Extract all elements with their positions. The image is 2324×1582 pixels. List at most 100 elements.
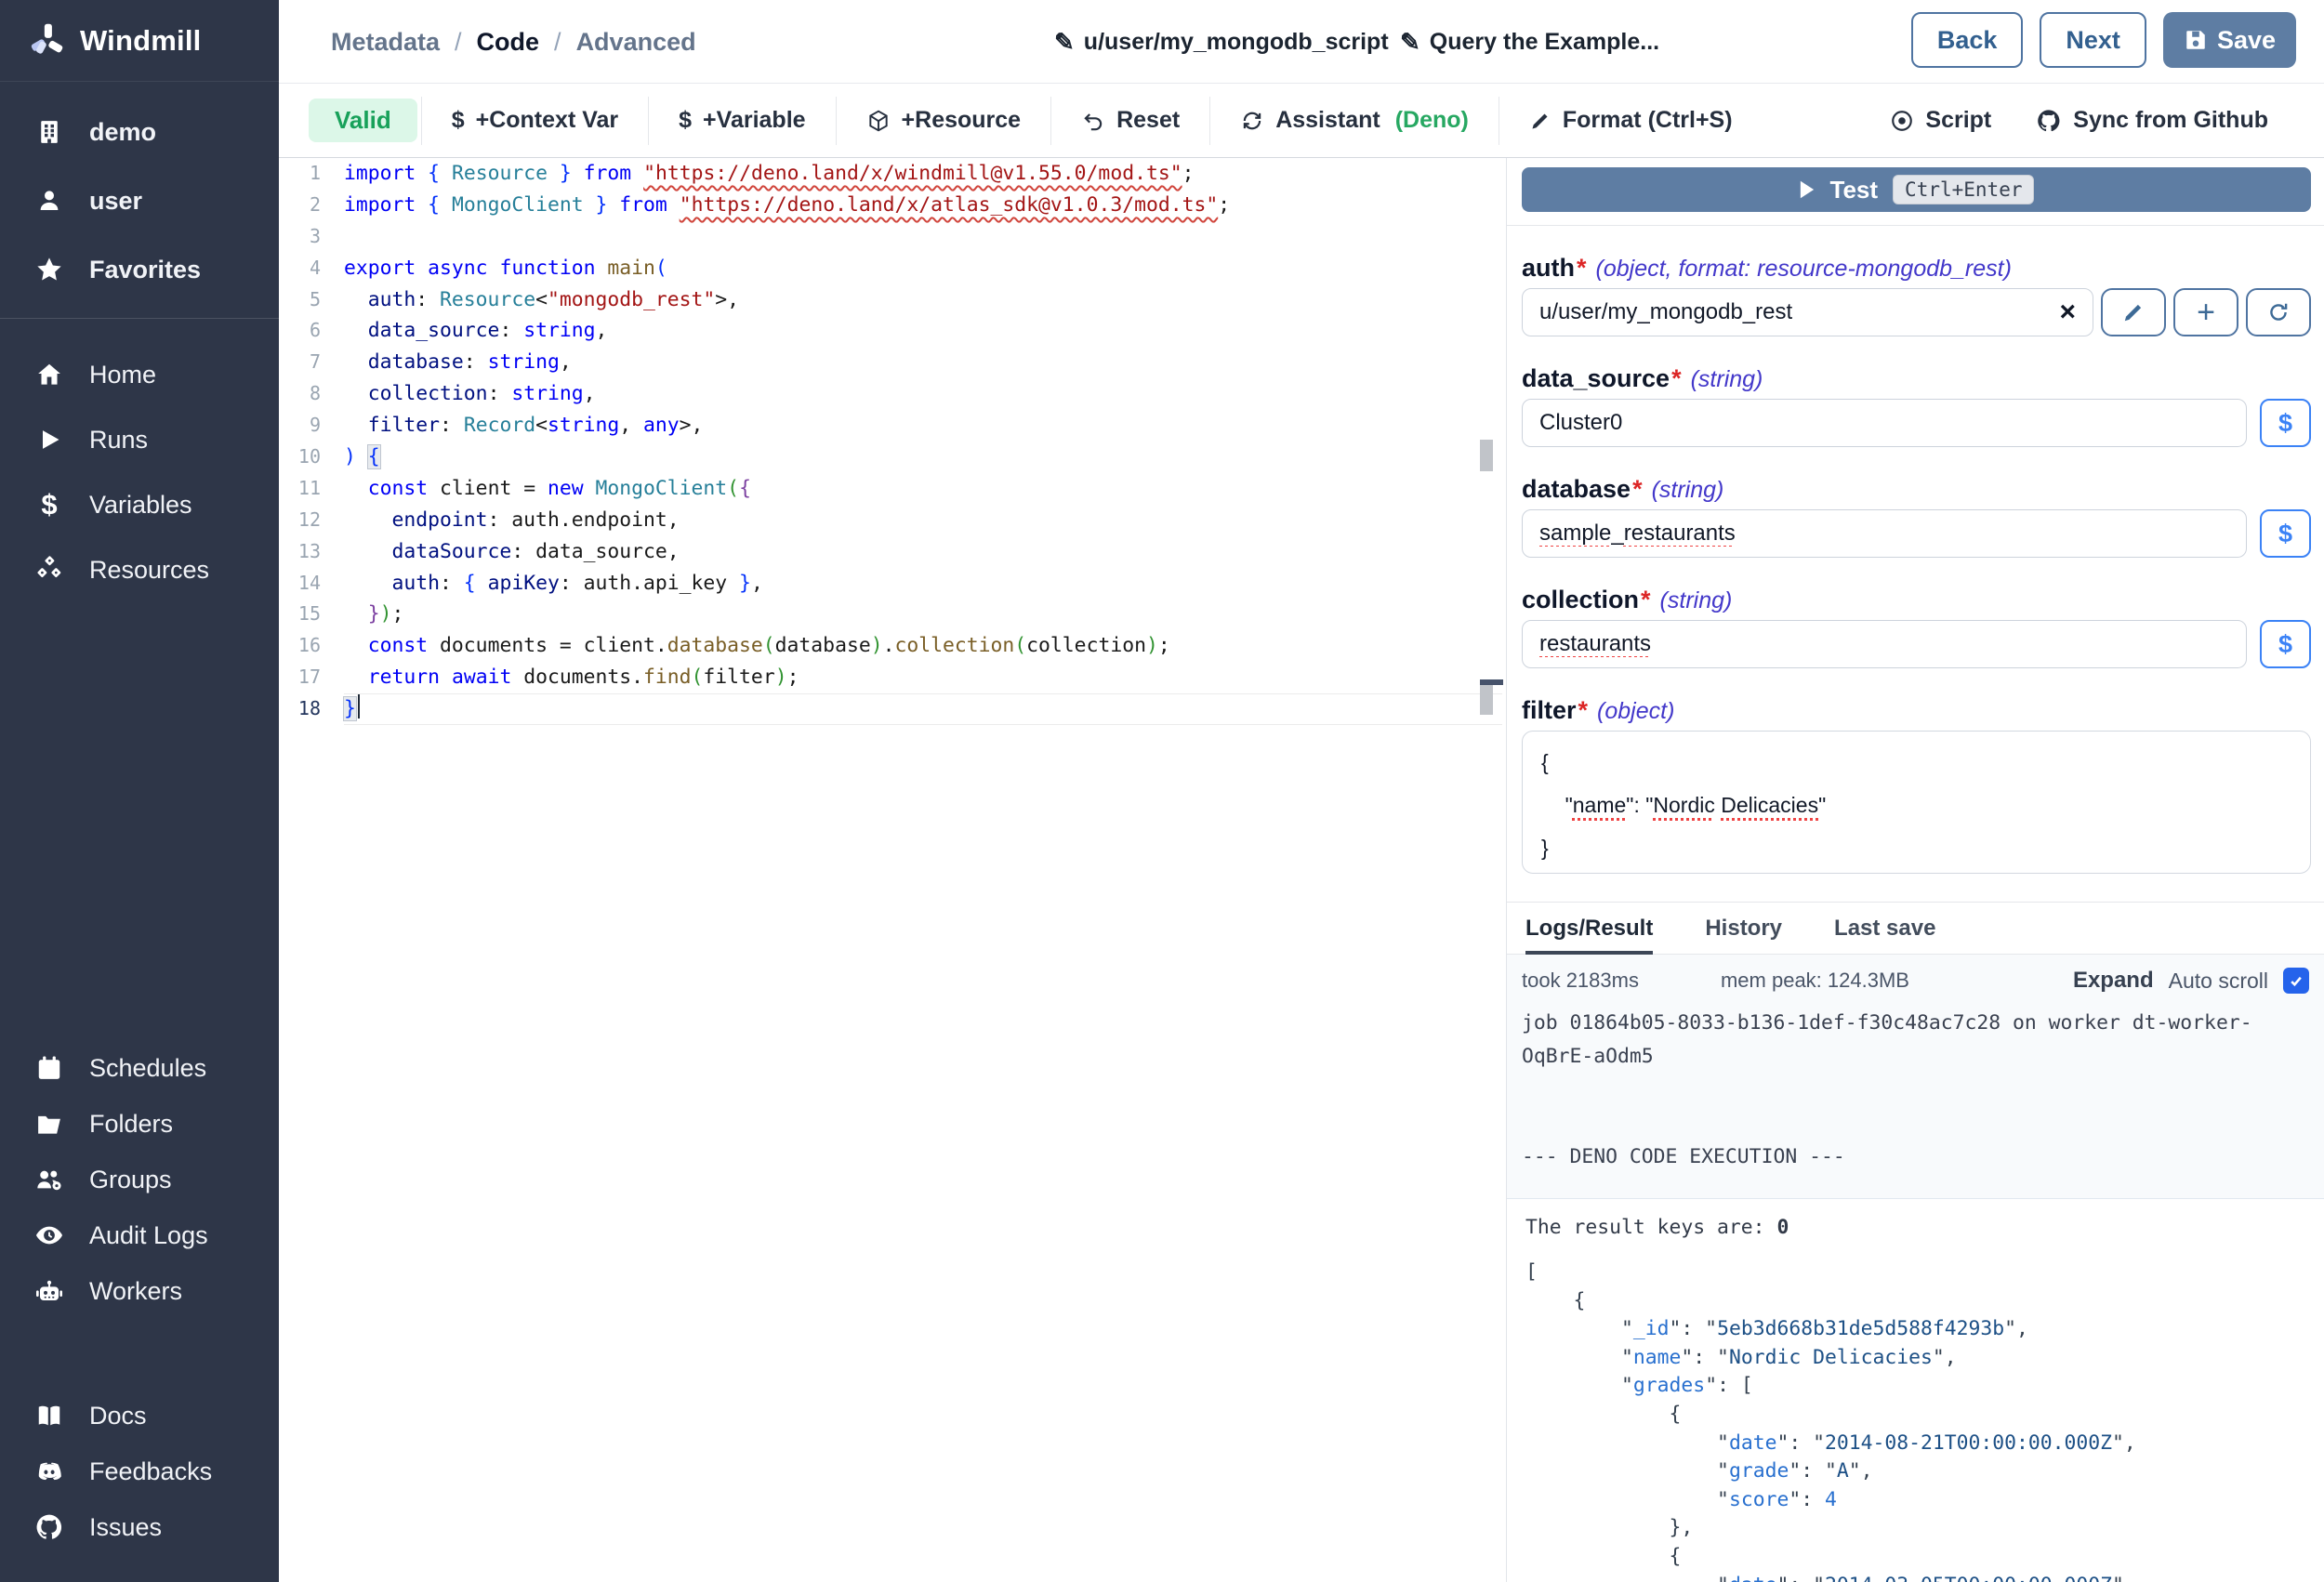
github-icon xyxy=(2036,108,2062,134)
result-json: [ { "_id": "5eb3d668b31de5d588f4293b", "… xyxy=(1525,1259,2307,1582)
code-line: 5 auth: Resource<"mongodb_rest">, xyxy=(279,284,1502,316)
add-variable-button[interactable]: $ +Variable xyxy=(649,97,835,145)
result-json-line: "grades": [ xyxy=(1525,1372,2307,1401)
folder-icon xyxy=(33,1108,65,1140)
back-button[interactable]: Back xyxy=(1911,12,2024,68)
sidebar-item-user[interactable]: user xyxy=(33,180,270,221)
code-line: 3 xyxy=(279,221,1502,253)
result-keys-line: The result keys are: 0 xyxy=(1525,1212,2307,1244)
github-icon xyxy=(33,1511,65,1543)
sidebar-item-label: Resources xyxy=(89,556,209,585)
data-source-input[interactable]: Cluster0 xyxy=(1522,399,2247,447)
collection-input[interactable]: restaurants xyxy=(1522,620,2247,668)
edit-resource-button[interactable] xyxy=(2101,288,2166,336)
star-icon xyxy=(33,254,65,285)
next-button[interactable]: Next xyxy=(2040,12,2146,68)
sidebar-item-label: Docs xyxy=(89,1402,147,1430)
script-path-text: u/user/my_mongodb_script xyxy=(1084,29,1389,56)
auth-resource-input[interactable]: u/user/my_mongodb_rest × xyxy=(1522,288,2093,336)
sidebar-item-label: demo xyxy=(89,118,156,147)
edit-path-icon: ✎ xyxy=(1054,28,1075,57)
result-viewer: The result keys are: 0 [ { "_id": "5eb3d… xyxy=(1522,1199,2311,1582)
reset-button[interactable]: Reset xyxy=(1051,97,1209,145)
editor-toolbar: Valid $ +Context Var $ +Variable +Resour… xyxy=(279,84,2324,158)
refresh-resource-button[interactable] xyxy=(2246,288,2311,336)
code-line: 15 }); xyxy=(279,599,1502,630)
breadcrumb: Metadata / Code / Advanced xyxy=(331,0,696,84)
robot-icon xyxy=(33,1275,65,1307)
field-label-database: database* (string) xyxy=(1522,475,2311,504)
add-resource-button[interactable]: + xyxy=(2173,288,2238,336)
tab-last-save[interactable]: Last save xyxy=(1834,903,1935,955)
code-line: 12 endpoint: auth.endpoint, xyxy=(279,505,1502,536)
sidebar-item-workers[interactable]: Workers xyxy=(33,1272,270,1310)
groups-icon xyxy=(33,1164,65,1195)
code-line: 2import { MongoClient } from "https://de… xyxy=(279,190,1502,221)
code-line: 6 data_source: string, xyxy=(279,315,1502,347)
sidebar-item-variables[interactable]: $ Variables xyxy=(33,484,270,525)
code-line: 17 return await documents.find(filter); xyxy=(279,662,1502,693)
sidebar-item-label: Folders xyxy=(89,1110,173,1139)
database-input[interactable]: sample_restaurants xyxy=(1522,509,2247,558)
play-icon xyxy=(1799,180,1816,199)
add-context-var-button[interactable]: $ +Context Var xyxy=(422,97,648,145)
sidebar-item-home[interactable]: Home xyxy=(33,354,270,395)
breadcrumb-code[interactable]: Code xyxy=(477,28,540,57)
refresh-icon xyxy=(1240,109,1264,133)
filter-json-editor[interactable]: { "name": "Nordic Delicacies"} xyxy=(1522,731,2311,874)
script-path[interactable]: ✎ u/user/my_mongodb_script xyxy=(1054,0,1389,84)
script-title[interactable]: ✎ Query the Example... xyxy=(1400,0,1659,84)
result-json-line: { xyxy=(1525,1543,2307,1572)
tab-logs-result[interactable]: Logs/Result xyxy=(1525,903,1653,955)
sidebar-divider xyxy=(0,318,279,319)
tab-history[interactable]: History xyxy=(1705,903,1782,955)
play-icon xyxy=(33,424,65,455)
sidebar-item-workspace-demo[interactable]: demo xyxy=(33,112,270,152)
run-panel: Test Ctrl+Enter auth* (object, format: r… xyxy=(1507,158,2324,1582)
sidebar-item-label: Schedules xyxy=(89,1054,206,1083)
test-button[interactable]: Test Ctrl+Enter xyxy=(1522,167,2311,212)
memory-stat: mem peak: 124.3MB xyxy=(1721,969,1909,993)
sidebar-item-feedbacks[interactable]: Feedbacks xyxy=(33,1453,270,1490)
editor-scrollbar-thumb2[interactable] xyxy=(1480,685,1493,715)
editor-scrollbar-thumb[interactable] xyxy=(1480,440,1493,471)
result-tabs: Logs/Result History Last save xyxy=(1507,903,2324,955)
sidebar-item-runs[interactable]: Runs xyxy=(33,419,270,460)
sidebar-item-docs[interactable]: Docs xyxy=(33,1397,270,1434)
format-button[interactable]: Format (Ctrl+S) xyxy=(1499,97,1763,145)
code-line: 11 const client = new MongoClient({ xyxy=(279,473,1502,505)
code-editor[interactable]: 1import { Resource } from "https://deno.… xyxy=(279,158,1502,1582)
collection-var-button[interactable]: $ xyxy=(2260,620,2311,668)
validity-badge: Valid xyxy=(309,99,417,142)
result-json-line: "name": "Nordic Delicacies", xyxy=(1525,1344,2307,1373)
expand-button[interactable]: Expand xyxy=(2073,968,2154,994)
sidebar-item-label: Home xyxy=(89,361,156,389)
sidebar-item-label: Groups xyxy=(89,1166,172,1194)
sidebar-item-resources[interactable]: Resources xyxy=(33,549,270,590)
breadcrumb-advanced[interactable]: Advanced xyxy=(576,28,696,57)
sidebar-item-label: Feedbacks xyxy=(89,1457,212,1486)
data-source-var-button[interactable]: $ xyxy=(2260,399,2311,447)
sync-from-github-button[interactable]: Sync from Github xyxy=(2036,97,2268,145)
sidebar-item-folders[interactable]: Folders xyxy=(33,1105,270,1142)
calendar-icon xyxy=(33,1052,65,1084)
book-icon xyxy=(33,1400,65,1431)
sidebar-item-favorites[interactable]: Favorites xyxy=(33,249,270,290)
script-kind-button[interactable]: Script xyxy=(1890,97,1991,145)
save-button[interactable]: Save xyxy=(2163,12,2296,68)
database-var-button[interactable]: $ xyxy=(2260,509,2311,558)
sidebar-item-schedules[interactable]: Schedules xyxy=(33,1049,270,1087)
sidebar-item-audit-logs[interactable]: Audit Logs xyxy=(33,1217,270,1254)
sidebar-item-groups[interactable]: Groups xyxy=(33,1161,270,1198)
clear-icon[interactable]: × xyxy=(2059,298,2076,326)
breadcrumb-metadata[interactable]: Metadata xyxy=(331,28,440,57)
sidebar-item-label: Runs xyxy=(89,426,148,455)
autoscroll-checkbox[interactable] xyxy=(2283,968,2309,994)
app-logo[interactable]: Windmill xyxy=(0,0,279,82)
add-resource-button[interactable]: +Resource xyxy=(837,97,1051,145)
sidebar-item-issues[interactable]: Issues xyxy=(33,1509,270,1546)
sidebar-item-label: Workers xyxy=(89,1277,182,1306)
cubes-icon xyxy=(33,554,65,586)
assistant-button[interactable]: Assistant (Deno) xyxy=(1210,97,1499,145)
result-json-line: { xyxy=(1525,1401,2307,1430)
